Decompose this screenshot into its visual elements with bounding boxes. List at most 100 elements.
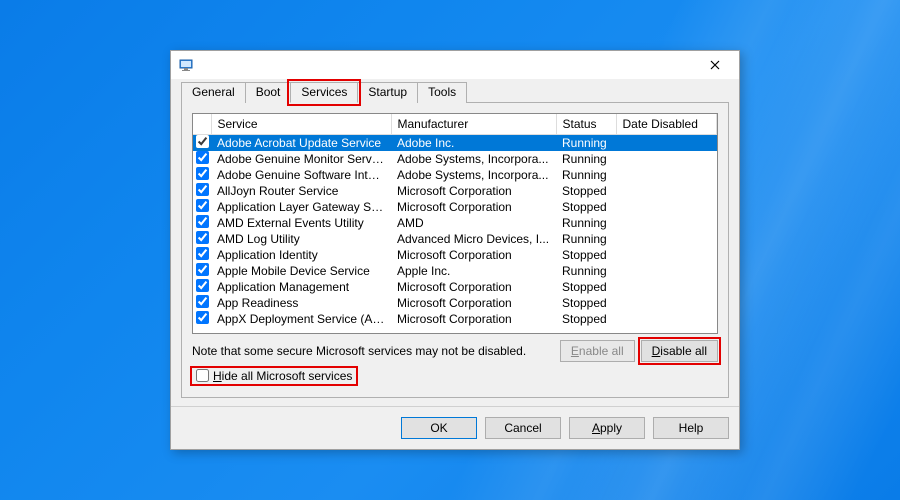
table-row[interactable]: AllJoyn Router ServiceMicrosoft Corporat… — [193, 183, 717, 199]
cell-status: Running — [556, 151, 616, 167]
cell-manufacturer: Microsoft Corporation — [391, 199, 556, 215]
row-checkbox[interactable] — [196, 183, 209, 196]
note-text: Note that some secure Microsoft services… — [192, 344, 526, 358]
tab-services[interactable]: Services — [290, 82, 358, 103]
cell-status: Stopped — [556, 295, 616, 311]
cell-date-disabled — [616, 167, 717, 183]
cell-status: Running — [556, 215, 616, 231]
apply-button[interactable]: Apply — [569, 417, 645, 439]
row-checkbox[interactable] — [196, 263, 209, 276]
system-icon — [179, 57, 195, 73]
row-checkbox[interactable] — [196, 247, 209, 260]
row-checkbox[interactable] — [196, 231, 209, 244]
cell-manufacturer: Apple Inc. — [391, 263, 556, 279]
cell-service: AMD Log Utility — [211, 231, 391, 247]
ok-button[interactable]: OK — [401, 417, 477, 439]
cell-service: Application Identity — [211, 247, 391, 263]
column-date-disabled[interactable]: Date Disabled — [616, 114, 717, 135]
table-row[interactable]: AMD Log UtilityAdvanced Micro Devices, I… — [193, 231, 717, 247]
cell-manufacturer: Advanced Micro Devices, I... — [391, 231, 556, 247]
services-table: Service Manufacturer Status Date Disable… — [193, 114, 717, 327]
cell-manufacturer: Adobe Systems, Incorpora... — [391, 167, 556, 183]
help-button[interactable]: Help — [653, 417, 729, 439]
table-row[interactable]: Adobe Genuine Monitor ServiceAdobe Syste… — [193, 151, 717, 167]
cell-manufacturer: Microsoft Corporation — [391, 311, 556, 327]
table-row[interactable]: Application Layer Gateway ServiceMicroso… — [193, 199, 717, 215]
cell-service: AMD External Events Utility — [211, 215, 391, 231]
table-row[interactable]: AppX Deployment Service (AppX...Microsof… — [193, 311, 717, 327]
cell-status: Stopped — [556, 279, 616, 295]
row-checkbox[interactable] — [196, 295, 209, 308]
services-list: Service Manufacturer Status Date Disable… — [192, 113, 718, 334]
row-checkbox[interactable] — [196, 279, 209, 292]
enable-all-button: Enable all — [560, 340, 635, 362]
cell-manufacturer: Microsoft Corporation — [391, 279, 556, 295]
cell-service: Adobe Acrobat Update Service — [211, 135, 391, 152]
tab-boot[interactable]: Boot — [245, 82, 292, 103]
cell-status: Stopped — [556, 199, 616, 215]
cell-status: Running — [556, 135, 616, 152]
hide-microsoft-label[interactable]: Hide all Microsoft services — [192, 368, 356, 384]
cell-date-disabled — [616, 231, 717, 247]
cell-date-disabled — [616, 311, 717, 327]
row-checkbox[interactable] — [196, 199, 209, 212]
table-row[interactable]: Adobe Genuine Software Integri...Adobe S… — [193, 167, 717, 183]
close-button[interactable] — [695, 53, 735, 77]
cell-manufacturer: Microsoft Corporation — [391, 247, 556, 263]
cell-status: Running — [556, 263, 616, 279]
row-checkbox[interactable] — [196, 151, 209, 164]
services-panel: Service Manufacturer Status Date Disable… — [181, 103, 729, 398]
cell-date-disabled — [616, 199, 717, 215]
table-row[interactable]: Application ManagementMicrosoft Corporat… — [193, 279, 717, 295]
cell-status: Stopped — [556, 311, 616, 327]
cell-date-disabled — [616, 247, 717, 263]
cell-manufacturer: AMD — [391, 215, 556, 231]
tab-strip: General Boot Services Startup Tools — [181, 81, 729, 103]
table-row[interactable]: Adobe Acrobat Update ServiceAdobe Inc.Ru… — [193, 135, 717, 152]
column-manufacturer[interactable]: Manufacturer — [391, 114, 556, 135]
cell-status: Stopped — [556, 183, 616, 199]
cell-date-disabled — [616, 263, 717, 279]
cell-manufacturer: Microsoft Corporation — [391, 295, 556, 311]
table-row[interactable]: Application IdentityMicrosoft Corporatio… — [193, 247, 717, 263]
row-checkbox[interactable] — [196, 167, 209, 180]
table-row[interactable]: AMD External Events UtilityAMDRunning — [193, 215, 717, 231]
cell-service: App Readiness — [211, 295, 391, 311]
cell-manufacturer: Microsoft Corporation — [391, 183, 556, 199]
cell-service: AllJoyn Router Service — [211, 183, 391, 199]
tab-general[interactable]: General — [181, 82, 246, 103]
hide-microsoft-row: Hide all Microsoft services — [192, 364, 718, 392]
cell-service: Adobe Genuine Monitor Service — [211, 151, 391, 167]
cell-service: Application Management — [211, 279, 391, 295]
note-row: Note that some secure Microsoft services… — [192, 334, 718, 364]
cell-status: Stopped — [556, 247, 616, 263]
column-status[interactable]: Status — [556, 114, 616, 135]
row-checkbox[interactable] — [196, 215, 209, 228]
table-row[interactable]: App ReadinessMicrosoft CorporationStoppe… — [193, 295, 717, 311]
cell-manufacturer: Adobe Inc. — [391, 135, 556, 152]
msconfig-dialog: General Boot Services Startup Tools Serv… — [170, 50, 740, 450]
dialog-body: General Boot Services Startup Tools Serv… — [171, 79, 739, 406]
tab-startup[interactable]: Startup — [357, 82, 418, 103]
titlebar — [171, 51, 739, 79]
column-service[interactable]: Service — [211, 114, 391, 135]
row-checkbox[interactable] — [196, 135, 209, 148]
disable-all-button[interactable]: Disable all — [641, 340, 718, 362]
cell-date-disabled — [616, 135, 717, 152]
table-row[interactable]: Apple Mobile Device ServiceApple Inc.Run… — [193, 263, 717, 279]
row-checkbox[interactable] — [196, 311, 209, 324]
cell-date-disabled — [616, 295, 717, 311]
cell-service: Adobe Genuine Software Integri... — [211, 167, 391, 183]
cell-date-disabled — [616, 151, 717, 167]
services-scroll[interactable]: Service Manufacturer Status Date Disable… — [193, 114, 717, 333]
cell-date-disabled — [616, 279, 717, 295]
cell-manufacturer: Adobe Systems, Incorpora... — [391, 151, 556, 167]
cell-service: AppX Deployment Service (AppX... — [211, 311, 391, 327]
tab-tools[interactable]: Tools — [417, 82, 467, 103]
hide-microsoft-checkbox[interactable] — [196, 369, 209, 382]
cell-service: Application Layer Gateway Service — [211, 199, 391, 215]
cancel-button[interactable]: Cancel — [485, 417, 561, 439]
cell-status: Running — [556, 231, 616, 247]
cell-date-disabled — [616, 183, 717, 199]
dialog-footer: OK Cancel Apply Help — [171, 406, 739, 449]
